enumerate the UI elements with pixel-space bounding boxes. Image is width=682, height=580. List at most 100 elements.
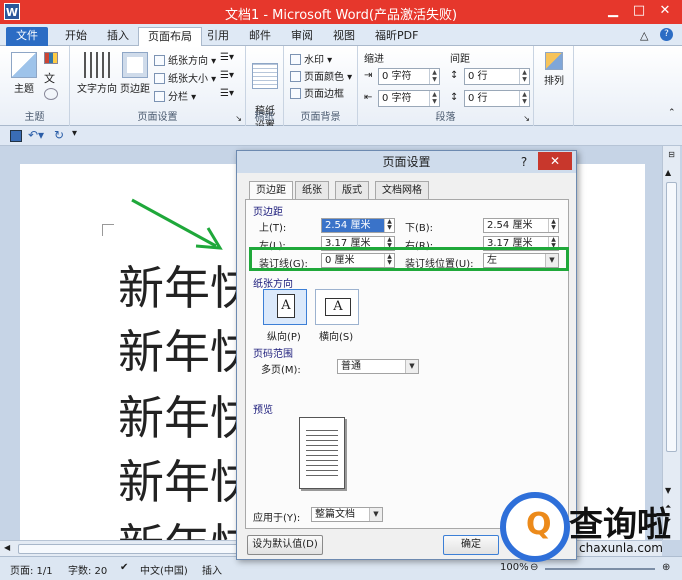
ribbon-tab-bar: 文件 开始 插入 页面布局 引用 邮件 审阅 视图 福昕PDF △ ? <box>0 24 682 46</box>
ruler-toggle-icon[interactable]: ⊟ <box>665 150 678 163</box>
spacing-before-input[interactable]: 0 行 ▲ ▼ <box>464 68 530 85</box>
draft-group-label: 稿纸 <box>254 112 275 123</box>
status-words[interactable]: 字数: 20 <box>68 562 107 577</box>
watermark-icon <box>290 54 301 65</box>
status-page[interactable]: 页面: 1/1 <box>10 562 53 577</box>
spacing-after-input[interactable]: 0 行 ▲ ▼ <box>464 90 530 107</box>
ok-button[interactable]: 确定 <box>443 535 499 555</box>
redo-icon[interactable]: ↻ <box>54 128 64 142</box>
ribbon-collapse-icon[interactable]: ⌃ <box>668 108 676 118</box>
chevron-down-icon: ▼ <box>405 360 418 373</box>
dialog-tab-layout[interactable]: 版式 <box>335 181 369 199</box>
dialog-help-button[interactable]: ? <box>514 152 534 172</box>
save-icon[interactable] <box>10 130 22 142</box>
top-margin-spinner[interactable]: ▲ ▼ <box>384 219 394 232</box>
collapse-ribbon-icon[interactable]: △ <box>640 29 648 42</box>
arrange-button[interactable]: 排列 <box>538 52 570 87</box>
customize-qat-icon[interactable]: ▾ <box>72 128 77 139</box>
scroll-down-icon[interactable]: ▼ <box>665 486 671 495</box>
size-button[interactable]: 纸张大小 ▾ <box>154 70 216 85</box>
scroll-left-icon[interactable]: ◀ <box>4 543 10 552</box>
multiple-pages-select[interactable]: 普通 ▼ <box>337 359 419 374</box>
size-icon <box>154 73 165 84</box>
indent-left-spinner[interactable]: ▲ ▼ <box>429 69 439 84</box>
help-icon[interactable]: ? <box>660 28 673 41</box>
scroll-up-icon[interactable]: ▲ <box>665 168 671 177</box>
text-direction-button[interactable]: 文字方向 <box>74 52 120 95</box>
theme-fonts-icon[interactable]: 文 <box>44 70 55 86</box>
undo-icon[interactable]: ↶▾ <box>28 128 44 142</box>
apply-to-label: 应用于(Y): <box>253 513 301 524</box>
page-setup-launcher-icon[interactable]: ↘ <box>235 114 242 123</box>
orientation-button[interactable]: 纸张方向 ▾ <box>154 52 216 67</box>
zoom-in-icon[interactable]: ⊕ <box>662 562 670 573</box>
dialog-tab-doc-grid[interactable]: 文档网格 <box>375 181 429 199</box>
quick-access-toolbar: ↶▾ ↻ ▾ <box>0 126 682 146</box>
spacing-after-spinner[interactable]: ▲ ▼ <box>519 91 529 106</box>
tab-home[interactable]: 开始 <box>56 27 96 46</box>
dialog-tab-margins[interactable]: 页边距 <box>249 181 293 200</box>
zoom-slider[interactable] <box>545 568 655 570</box>
indent-title: 缩进 <box>364 54 384 65</box>
vertical-scroll-thumb[interactable] <box>666 182 677 452</box>
margins-button[interactable]: 页边距 <box>118 52 152 95</box>
close-window-button[interactable]: ✕ <box>652 0 678 22</box>
restore-button[interactable]: □ <box>626 0 652 22</box>
watermark-q-icon: Q <box>526 507 552 542</box>
portrait-icon: A <box>277 294 295 318</box>
line-numbers-button[interactable]: ☰▾ <box>220 70 234 81</box>
portrait-option[interactable]: A <box>263 289 307 325</box>
columns-icon <box>154 91 165 102</box>
portrait-label[interactable]: 纵向(P) <box>267 328 301 343</box>
tab-file[interactable]: 文件 <box>6 27 48 46</box>
proofing-icon[interactable]: ✔ <box>120 562 128 573</box>
paragraph-launcher-icon[interactable]: ↘ <box>523 114 530 123</box>
page-borders-button[interactable]: 页面边框 <box>290 85 344 100</box>
columns-button[interactable]: 分栏 ▾ <box>154 88 196 103</box>
theme-group: 主题 文 主题 <box>0 46 70 126</box>
theme-button[interactable]: 主题 <box>8 52 40 95</box>
watermark-button[interactable]: 水印 ▾ <box>290 51 332 66</box>
page-background-group: 水印 ▾ 页面颜色 ▾ 页面边框 页面背景 <box>284 46 358 126</box>
set-default-button[interactable]: 设为默认值(D) <box>247 535 323 555</box>
page-color-button[interactable]: 页面颜色 ▾ <box>290 68 352 83</box>
tab-references[interactable]: 引用 <box>198 27 238 46</box>
orientation-icon <box>154 55 165 66</box>
spacing-before-spinner[interactable]: ▲ ▼ <box>519 69 529 84</box>
landscape-label[interactable]: 横向(S) <box>319 328 353 343</box>
horizontal-scroll-thumb[interactable] <box>18 544 244 554</box>
spacing-title: 间距 <box>450 54 470 65</box>
bottom-margin-spinner[interactable]: ▲ ▼ <box>548 219 558 232</box>
minimize-button[interactable]: ▁ <box>600 0 626 22</box>
text-direction-icon <box>84 52 110 78</box>
gutter-highlight-box <box>249 247 569 271</box>
status-insert-mode[interactable]: 插入 <box>202 562 222 577</box>
tab-insert[interactable]: 插入 <box>98 27 138 46</box>
bottom-margin-input[interactable]: 2.54 厘米 ▲ ▼ <box>483 218 559 233</box>
status-zoom[interactable]: 100% <box>500 562 529 573</box>
indent-right-input[interactable]: 0 字符 ▲ ▼ <box>378 90 440 107</box>
dialog-tab-paper[interactable]: 纸张 <box>295 181 329 199</box>
vertical-scrollbar[interactable]: ⊟ ▲ ▼ ⏶ ⏷ <box>662 146 680 540</box>
ribbon: 主题 文 主题 文字方向 页边距 纸张方向 ▾ 纸张大小 ▾ 分栏 ▾ ☰▾ ☰… <box>0 46 682 132</box>
landscape-option[interactable]: A <box>315 289 359 325</box>
dialog-close-button[interactable]: ✕ <box>538 152 572 170</box>
breaks-button[interactable]: ☰▾ <box>220 52 234 63</box>
indent-left-input[interactable]: 0 字符 ▲ ▼ <box>378 68 440 85</box>
page-setup-group-label: 页面设置 <box>137 112 178 123</box>
apply-to-select[interactable]: 整篇文档 ▼ <box>311 507 383 522</box>
tab-foxit-pdf[interactable]: 福昕PDF <box>366 27 427 46</box>
tab-page-layout[interactable]: 页面布局 <box>138 27 202 46</box>
indent-right-spinner[interactable]: ▲ ▼ <box>429 91 439 106</box>
tab-view[interactable]: 视图 <box>324 27 364 46</box>
tab-review[interactable]: 审阅 <box>282 27 322 46</box>
zoom-out-icon[interactable]: ⊖ <box>530 562 538 573</box>
bottom-margin-label: 下(B): <box>405 223 434 234</box>
theme-colors-icon[interactable] <box>44 52 58 64</box>
status-language[interactable]: 中文(中国) <box>140 562 188 577</box>
pages-section-label: 页码范围 <box>253 349 293 360</box>
theme-effects-icon[interactable] <box>44 88 58 100</box>
tab-mailings[interactable]: 邮件 <box>240 27 280 46</box>
top-margin-input[interactable]: 2.54 厘米 ▲ ▼ <box>321 218 395 233</box>
hyphenation-button[interactable]: ☰▾ <box>220 88 234 99</box>
